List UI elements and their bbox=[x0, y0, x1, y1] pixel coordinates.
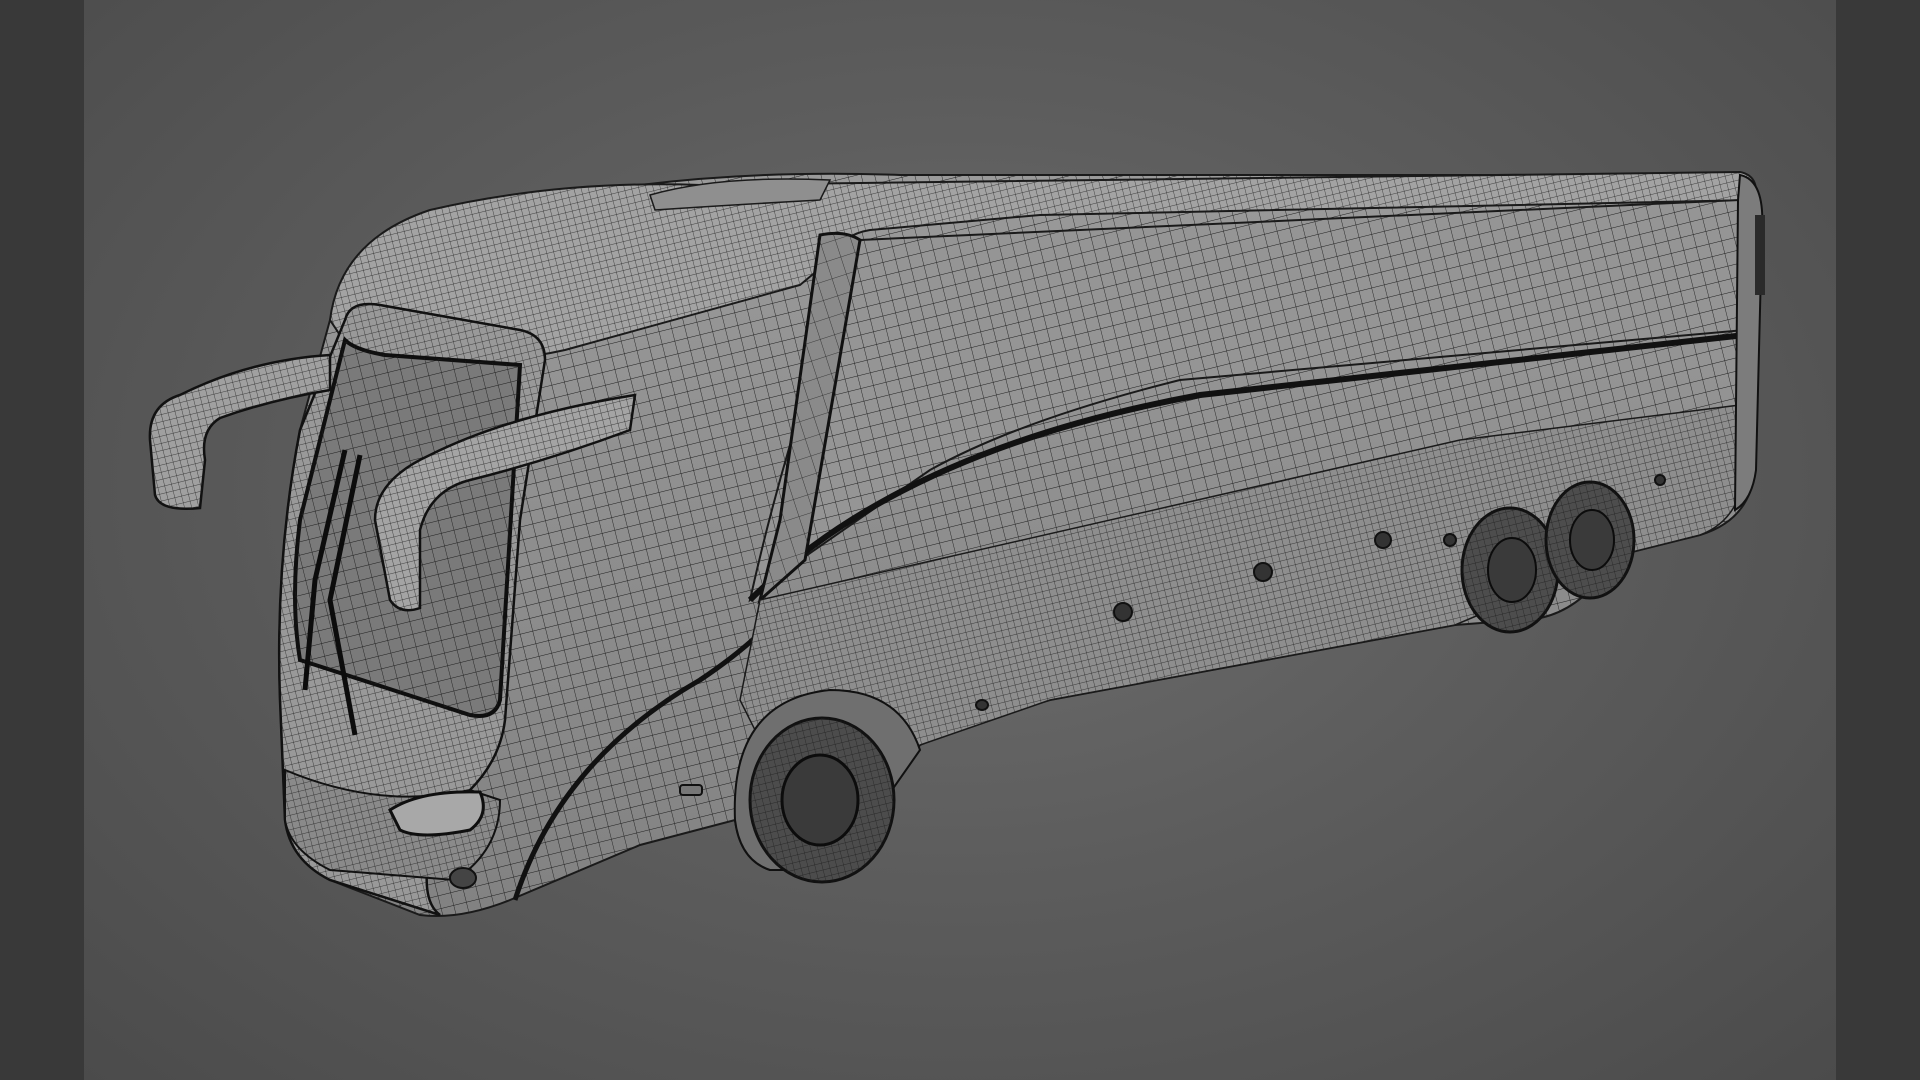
rear-wheel-2 bbox=[1544, 480, 1636, 600]
rear-wheel-1 bbox=[1460, 506, 1560, 634]
render-frame bbox=[0, 0, 1920, 1080]
front-wheel bbox=[733, 688, 922, 884]
bus-wireframe-model bbox=[148, 170, 1765, 917]
rear-end bbox=[1733, 173, 1765, 512]
